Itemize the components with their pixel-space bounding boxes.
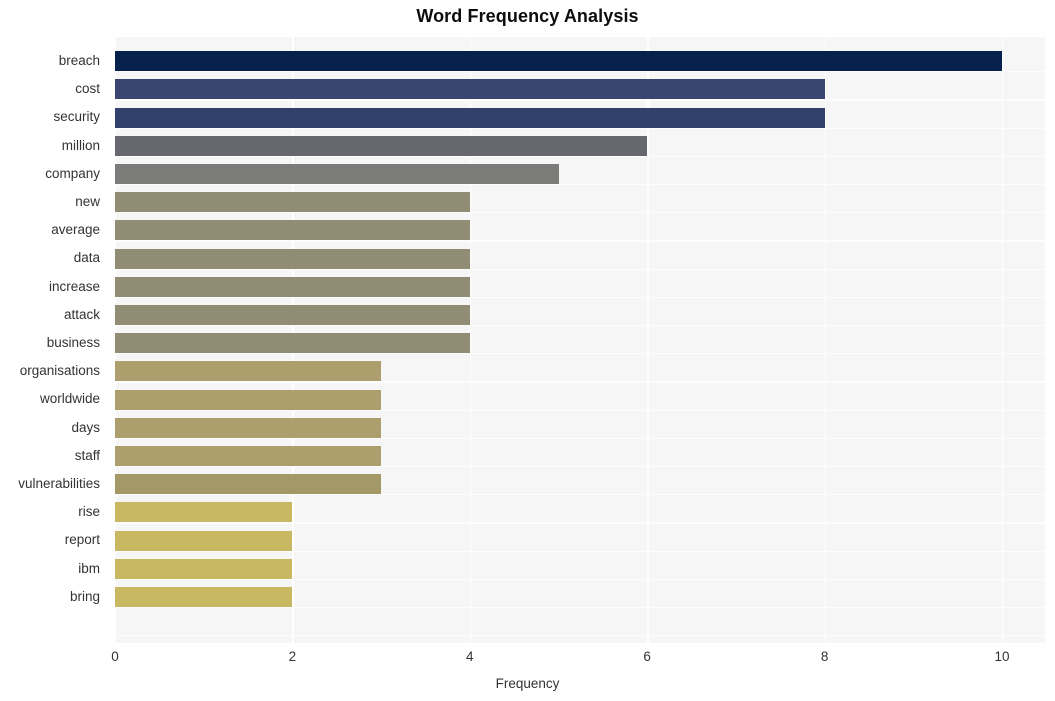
bar-days[interactable]: [115, 417, 382, 438]
bar-row: [115, 583, 1045, 611]
y-tick-label-million: million: [61, 137, 100, 153]
y-tick-label-company: company: [45, 165, 100, 181]
y-tick-label-new: new: [75, 194, 100, 209]
bar-million[interactable]: [115, 135, 648, 156]
bar-row: [115, 216, 1045, 244]
y-tick-label-ibm: ibm: [78, 560, 100, 576]
y-axis-labels: breach cost security million company new avera…: [0, 37, 108, 643]
x-tick-label-4: 4: [466, 649, 474, 664]
bar-new[interactable]: [115, 192, 470, 213]
y-tick-label-organisations: organisations: [19, 363, 100, 379]
y-tick-label-security: security: [53, 109, 100, 125]
bar-organisations[interactable]: [115, 361, 382, 382]
y-tick-label-increase: increase: [48, 278, 100, 294]
bar-row: [115, 414, 1045, 442]
bar-data[interactable]: [115, 248, 470, 269]
y-tick-label-business: business: [46, 335, 100, 350]
y-tick-label-bring: bring: [69, 588, 100, 604]
bar-row: [115, 301, 1045, 329]
bar-increase[interactable]: [115, 276, 470, 297]
bar-row: [115, 442, 1045, 470]
x-axis: Frequency 0 2 4 6 8 10: [0, 645, 1055, 701]
bars-layer: [115, 37, 1045, 643]
bar-row: [115, 244, 1045, 272]
bar-cost[interactable]: [115, 79, 825, 100]
y-tick-label-vulnerabilities: vulnerabilities: [18, 476, 100, 491]
bar-breach[interactable]: [115, 51, 1002, 72]
x-tick-label-0: 0: [111, 649, 119, 664]
bar-row: [115, 555, 1045, 583]
chart-title: Word Frequency Analysis: [416, 6, 639, 26]
bar-average[interactable]: [115, 220, 470, 241]
x-tick-label-10: 10: [994, 649, 1010, 664]
bar-vulnerabilities[interactable]: [115, 474, 382, 495]
bar-row: [115, 160, 1045, 188]
bar-row: [115, 329, 1045, 357]
bar-row: [115, 273, 1045, 301]
bar-row: [115, 103, 1045, 131]
bar-row: [115, 188, 1045, 216]
bar-row: [115, 357, 1045, 385]
bar-worldwide[interactable]: [115, 389, 382, 410]
y-tick-label-worldwide: worldwide: [39, 391, 100, 407]
y-tick-label-staff: staff: [74, 447, 100, 463]
bar-row: [115, 470, 1045, 498]
bar-row: [115, 498, 1045, 526]
y-tick-label-report: report: [64, 532, 100, 548]
bar-attack[interactable]: [115, 304, 470, 325]
bar-rise[interactable]: [115, 502, 293, 523]
y-tick-label-attack: attack: [63, 306, 100, 322]
bar-row: [115, 75, 1045, 103]
bar-row: [115, 385, 1045, 413]
y-tick-label-cost: cost: [75, 81, 100, 97]
bar-row: [115, 47, 1045, 75]
x-tick-label-6: 6: [643, 649, 651, 664]
x-axis-title: Frequency: [495, 676, 560, 691]
bar-row: [115, 132, 1045, 160]
bar-business[interactable]: [115, 333, 470, 354]
bar-ibm[interactable]: [115, 558, 293, 579]
y-tick-label-days: days: [71, 419, 100, 435]
bar-staff[interactable]: [115, 445, 382, 466]
bar-security[interactable]: [115, 107, 825, 128]
x-tick-label-8: 8: [820, 649, 829, 664]
bar-row: [115, 526, 1045, 554]
bar-company[interactable]: [115, 163, 559, 184]
word-frequency-chart: Word Frequency Analysis breach cost securi…: [0, 0, 1055, 701]
y-tick-label-rise: rise: [78, 504, 100, 520]
bar-report[interactable]: [115, 530, 293, 551]
bar-bring[interactable]: [115, 586, 293, 607]
y-tick-label-average: average: [51, 222, 100, 238]
y-tick-label-data: data: [73, 250, 100, 266]
y-tick-label-breach: breach: [58, 53, 100, 68]
x-tick-label-2: 2: [288, 649, 297, 664]
